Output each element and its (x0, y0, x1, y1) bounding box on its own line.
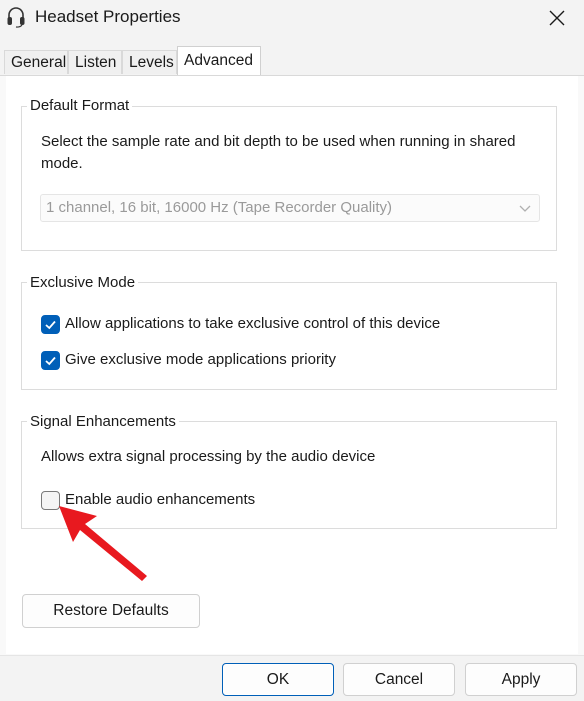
checkmark-icon (45, 356, 56, 366)
signal-enhancements-title: Signal Enhancements (27, 413, 179, 430)
exclusive-mode-group (21, 282, 557, 390)
ok-button[interactable]: OK (222, 663, 334, 696)
chevron-down-icon (519, 205, 531, 212)
sample-rate-select[interactable]: 1 channel, 16 bit, 16000 Hz (Tape Record… (40, 194, 540, 222)
exclusive-priority-checkbox[interactable] (41, 351, 60, 370)
tab-levels[interactable]: Levels (122, 50, 177, 74)
signal-enhancements-description: Allows extra signal processing by the au… (41, 448, 376, 465)
close-button[interactable] (536, 0, 578, 36)
default-format-title: Default Format (27, 97, 133, 114)
checkmark-icon (45, 320, 56, 330)
close-icon (549, 10, 565, 26)
tab-strip: General Listen Levels Advanced (0, 36, 584, 76)
tab-advanced[interactable]: Advanced (177, 46, 261, 75)
apply-button[interactable]: Apply (465, 663, 577, 696)
cancel-button[interactable]: Cancel (343, 663, 455, 696)
exclusive-control-checkbox[interactable] (41, 315, 60, 334)
default-format-group (21, 106, 557, 251)
window-title: Headset Properties (35, 7, 181, 26)
default-format-description: Select the sample rate and bit depth to … (41, 133, 516, 172)
red-arrow-icon (59, 506, 147, 581)
exclusive-priority-label[interactable]: Give exclusive mode applications priorit… (65, 349, 336, 371)
tab-general[interactable]: General (4, 50, 68, 74)
title-bar: Headset Properties (0, 0, 584, 36)
tab-listen[interactable]: Listen (68, 50, 122, 74)
sample-rate-value: 1 channel, 16 bit, 16000 Hz (Tape Record… (46, 199, 393, 216)
exclusive-mode-title: Exclusive Mode (27, 274, 139, 291)
headset-icon (7, 7, 25, 28)
restore-defaults-button[interactable]: Restore Defaults (22, 594, 200, 628)
exclusive-control-label[interactable]: Allow applications to take exclusive con… (65, 313, 440, 335)
